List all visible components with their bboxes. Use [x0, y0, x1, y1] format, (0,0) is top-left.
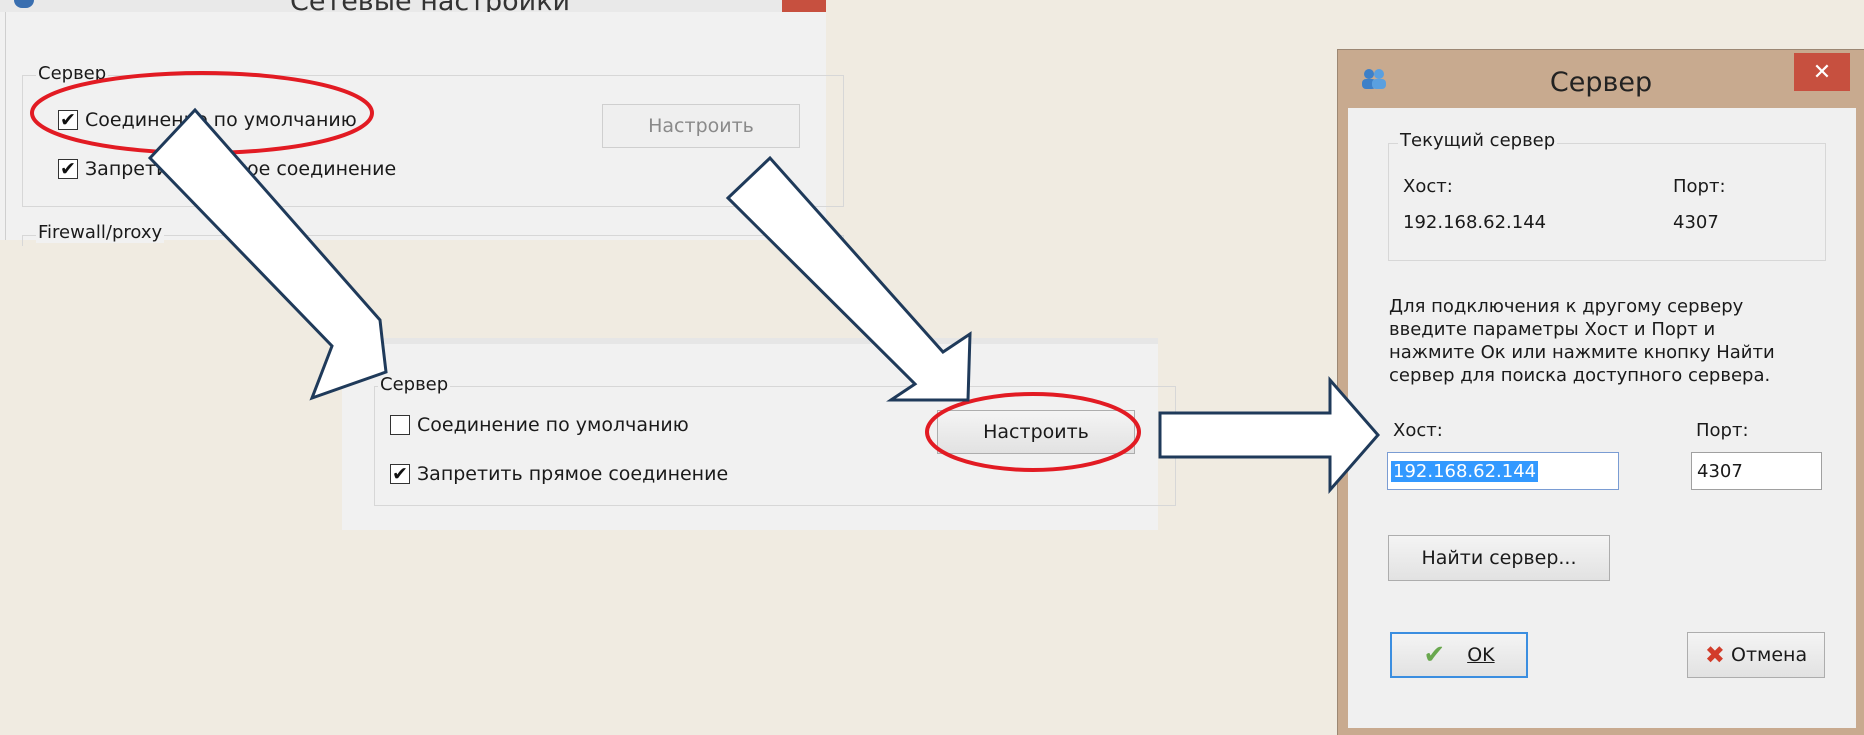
panel-top-edge [342, 338, 1158, 344]
instructions: Для подключения к другому серверу введит… [1389, 295, 1775, 387]
find-server-button-label: Найти сервер... [1421, 547, 1577, 569]
ok-button-label: OK [1467, 644, 1495, 666]
forbid-direct-label: Запретить прямое соединение [417, 463, 729, 485]
configure-button[interactable]: Настроить [937, 410, 1135, 454]
cancel-button[interactable]: ✖ Отмена [1687, 632, 1825, 678]
instructions-line-3: нажмите Ок или нажмите кнопку Найти [1389, 342, 1775, 363]
host-field-label: Хост: [1393, 420, 1443, 441]
current-host-value: 192.168.62.144 [1403, 212, 1547, 233]
port-field-label: Порт: [1696, 420, 1749, 441]
close-button[interactable] [782, 0, 826, 12]
app-icon [14, 0, 34, 8]
current-port-label: Порт: [1673, 176, 1726, 197]
default-connection-checkbox[interactable]: ✔ [58, 110, 78, 130]
forbid-direct-checkbox[interactable]: ✔ [390, 464, 410, 484]
instructions-line-1: Для подключения к другому серверу [1389, 296, 1744, 317]
port-input[interactable]: 4307 [1691, 452, 1822, 490]
server-group-label: Сервер [378, 374, 451, 395]
server-dialog: Сервер ✕ Текущий сервер Хост: Порт: 192.… [1338, 50, 1864, 735]
firewall-group-label: Firewall/proxy [36, 222, 165, 243]
network-settings-crop: Сервер Соединение по умолчанию ✔ Запрети… [342, 338, 1176, 530]
instructions-line-2: введите параметры Хост и Порт и [1389, 319, 1716, 340]
current-port-value: 4307 [1673, 212, 1719, 233]
port-input-value: 4307 [1697, 461, 1743, 482]
forbid-direct-checkbox[interactable]: ✔ [58, 159, 78, 179]
default-connection-checkbox[interactable] [390, 415, 410, 435]
host-input-value: 192.168.62.144 [1391, 461, 1539, 482]
configure-button-label: Настроить [648, 115, 754, 137]
dialog-close-button[interactable]: ✕ [1794, 53, 1850, 91]
server-group-label: Сервер [36, 63, 109, 84]
dialog-title: Сервер [1549, 67, 1653, 98]
cancel-button-label: Отмена [1730, 644, 1808, 666]
cancel-x-icon: ✖ [1704, 641, 1725, 669]
network-settings-window: Сетевые настройки Сервер ✔ Соединение по… [0, 0, 844, 246]
current-server-group-label: Текущий сервер [1398, 130, 1558, 151]
current-server-group [1388, 143, 1826, 261]
checkmark-icon: ✔ [1423, 640, 1446, 670]
titlebar: Сетевые настройки [0, 0, 826, 12]
window-title: Сетевые настройки [290, 0, 570, 12]
default-connection-label: Соединение по умолчанию [417, 414, 689, 436]
dialog-body: Текущий сервер Хост: Порт: 192.168.62.14… [1348, 108, 1856, 728]
find-server-button[interactable]: Найти сервер... [1388, 535, 1610, 581]
ok-button[interactable]: ✔ OK [1390, 632, 1528, 678]
default-connection-label: Соединение по умолчанию [85, 109, 357, 131]
host-input[interactable]: 192.168.62.144 [1387, 452, 1619, 490]
current-host-label: Хост: [1403, 176, 1453, 197]
instructions-line-4: сервер для поиска доступного сервера. [1389, 365, 1771, 386]
forbid-direct-label: Запретить прямое соединение [85, 158, 397, 180]
configure-button-label: Настроить [983, 421, 1089, 443]
configure-button[interactable]: Настроить [602, 104, 800, 148]
close-icon: ✕ [1812, 59, 1832, 85]
